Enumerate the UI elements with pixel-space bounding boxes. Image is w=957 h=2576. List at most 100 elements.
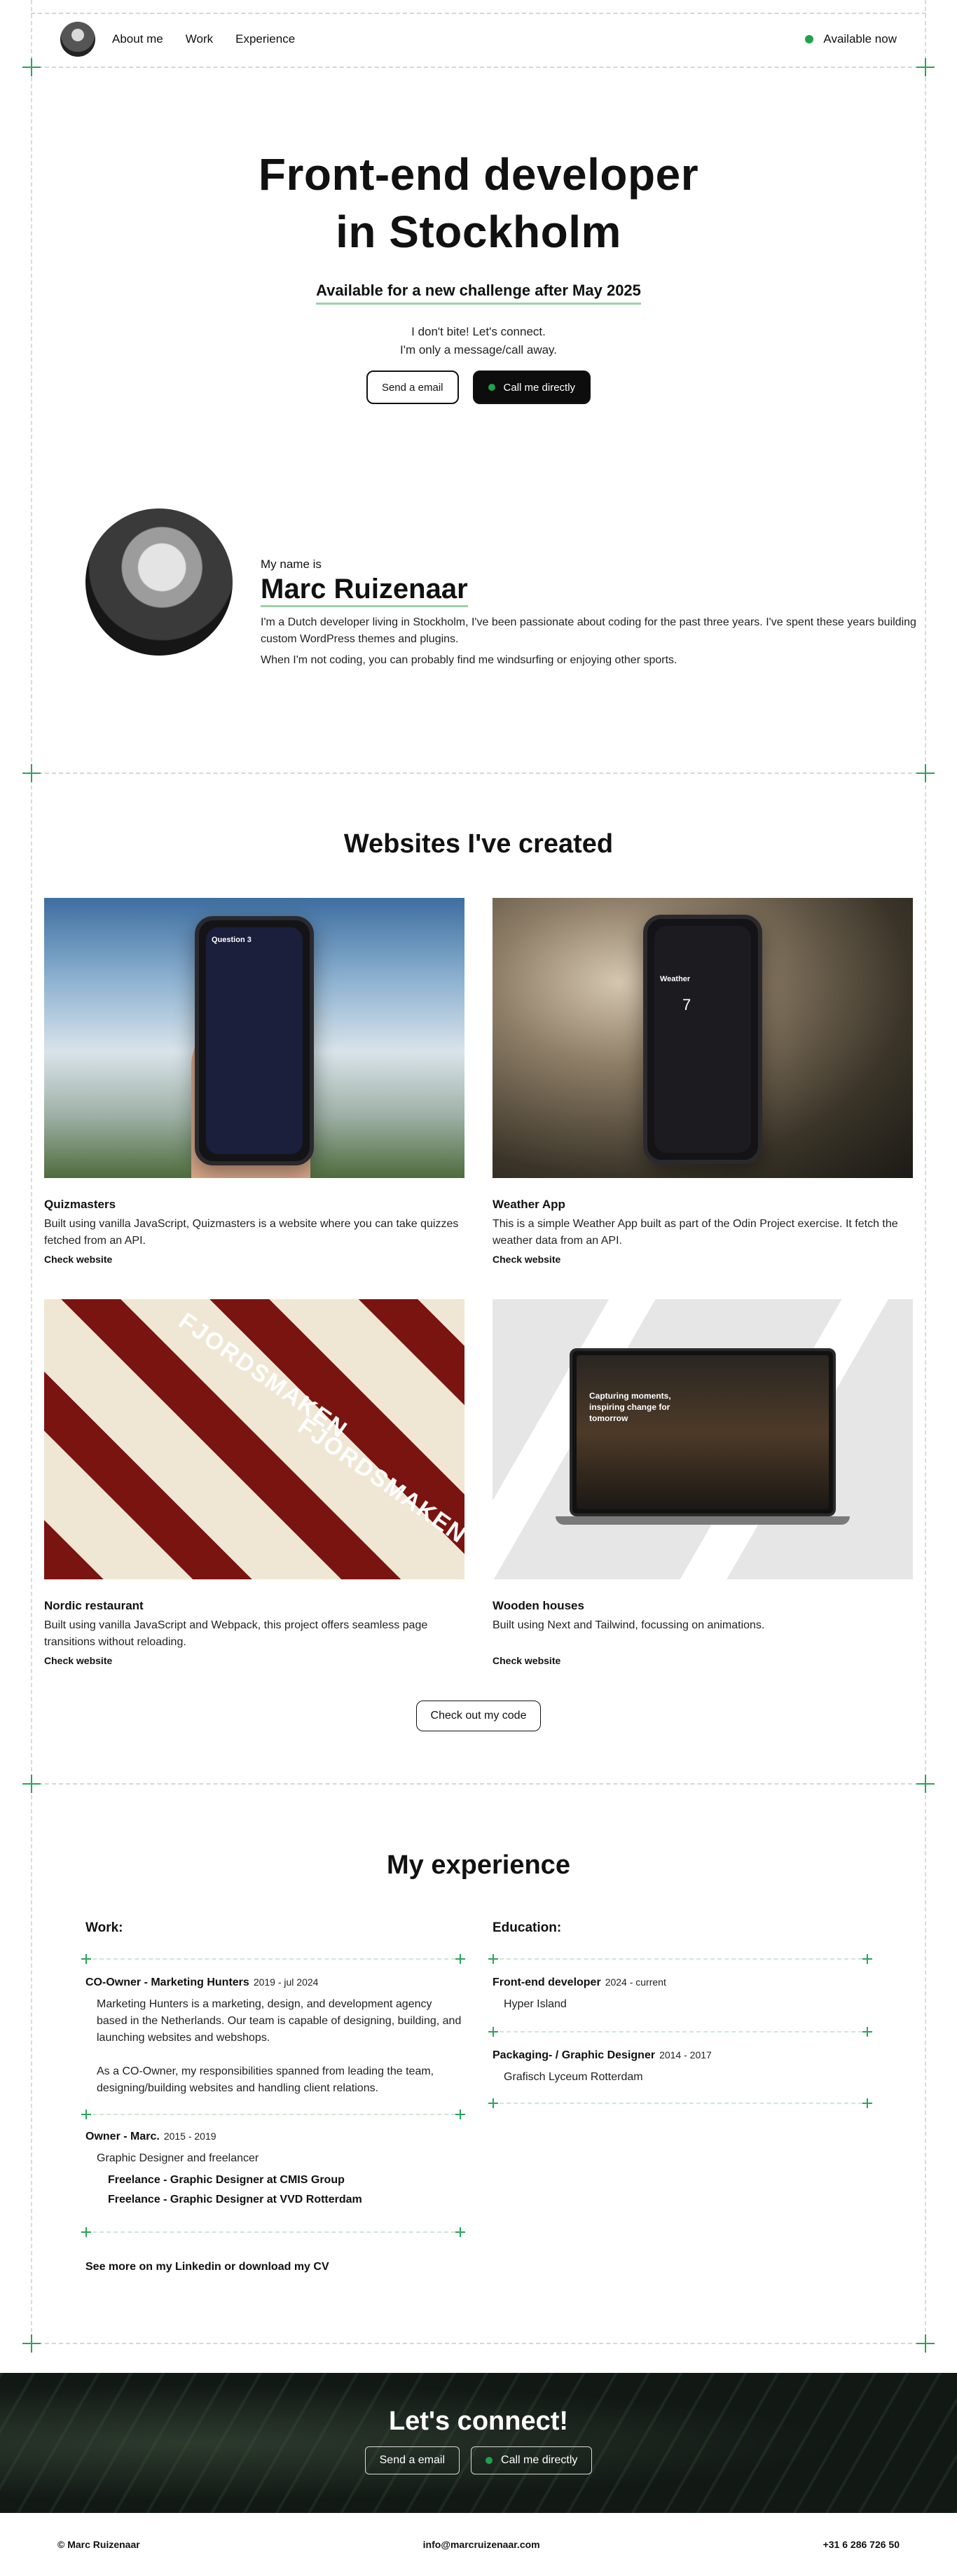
frame-line-header xyxy=(31,67,926,68)
job-role: Owner - Marc. xyxy=(85,2131,160,2142)
frame-mark xyxy=(22,1775,41,1793)
cv-link[interactable]: See more on my Linkedin or download my C… xyxy=(85,2261,329,2273)
status-label: Available now xyxy=(823,32,897,46)
hero-buttons: Send a email Call me directly xyxy=(0,371,957,404)
call-me-button[interactable]: Call me directly xyxy=(471,2446,593,2474)
divider-line xyxy=(500,1958,862,1960)
project-card-nordic: FJORDSMAKEN FJORDSMAKEN Nordic restauran… xyxy=(44,1299,464,1666)
divider-mark xyxy=(455,2110,465,2119)
hero: Front-end developer in Stockholm Availab… xyxy=(0,146,957,404)
work-heading: Work: xyxy=(85,1920,123,1935)
laptop-base xyxy=(556,1516,850,1525)
frame-mark xyxy=(916,1775,935,1793)
frame-mark xyxy=(916,764,935,782)
job-period: 2019 - jul 2024 xyxy=(253,1976,319,1988)
divider-mark xyxy=(455,1954,465,1964)
check-website-link[interactable]: Check website xyxy=(493,1254,913,1265)
project-description: Built using vanilla JavaScript and Webpa… xyxy=(44,1619,428,1648)
job-paragraph: Graphic Designer and freelancer xyxy=(97,2152,259,2164)
page: About me Work Experience Available now F… xyxy=(0,0,957,2576)
divider-mark xyxy=(488,2098,498,2108)
education-place: Grafisch Lyceum Rotterdam xyxy=(504,2071,643,2083)
job-description: Marketing Hunters is a marketing, design… xyxy=(97,1996,464,2097)
restaurant-label: FJORDSMAKEN xyxy=(174,1307,353,1444)
job-role: CO-Owner - Marketing Hunters xyxy=(85,1976,249,1988)
status-dot-icon xyxy=(488,384,495,391)
frame-mark xyxy=(22,2334,41,2353)
project-description: Built using vanilla JavaScript, Quizmast… xyxy=(44,1218,459,1247)
project-title: Nordic restaurant xyxy=(44,1599,144,1612)
hero-subtitle: Available for a new challenge after May … xyxy=(316,282,641,305)
project-description: Built using Next and Tailwind, focussing… xyxy=(493,1619,765,1631)
project-title: Quizmasters xyxy=(44,1198,116,1211)
projects-title: Websites I've created xyxy=(343,829,614,859)
phone-screen: Question 3 xyxy=(206,927,303,1154)
send-email-button[interactable]: Send a email xyxy=(366,371,459,404)
job-description: Graphic Designer and freelancer xyxy=(97,2150,464,2167)
education-period: 2024 - current xyxy=(605,1976,666,1988)
availability-status: Available now xyxy=(805,32,897,46)
call-me-button[interactable]: Call me directly xyxy=(472,371,591,404)
about-name: Marc Ruizenaar xyxy=(261,573,468,607)
hero-title: Front-end developer in Stockholm xyxy=(0,146,957,261)
project-card-weather: Weather 7 Weather App This is a simple W… xyxy=(493,898,913,1265)
education-title: Packaging- / Graphic Designer 2014 - 2017 xyxy=(493,2049,871,2062)
footer-phone[interactable]: +31 6 286 726 50 xyxy=(823,2539,900,2550)
project-image[interactable]: Weather 7 xyxy=(493,898,913,1178)
divider-mark xyxy=(81,1954,91,1964)
call-me-label: Call me directly xyxy=(501,2454,578,2466)
divider-mark xyxy=(81,2110,91,2119)
project-title: Weather App xyxy=(493,1198,565,1211)
check-website-link[interactable]: Check website xyxy=(44,1254,464,1265)
restaurant-label: FJORDSMAKEN xyxy=(293,1412,464,1549)
avatar[interactable] xyxy=(60,22,95,57)
education-heading: Education: xyxy=(493,1920,562,1935)
project-image[interactable]: Question 3 xyxy=(44,898,464,1178)
education-title: Front-end developer 2024 - current xyxy=(493,1976,871,1989)
frame-line-projects xyxy=(31,1783,926,1785)
footer-email[interactable]: info@marcruizenaar.com xyxy=(423,2539,540,2550)
work-item: Owner - Marc. 2015 - 2019 Graphic Designe… xyxy=(85,2131,464,2206)
education-item: Front-end developer 2024 - current Hyper … xyxy=(493,1976,871,2013)
call-me-label: Call me directly xyxy=(503,381,576,394)
education-role: Packaging- / Graphic Designer xyxy=(493,2049,656,2061)
check-website-link[interactable]: Check website xyxy=(44,1655,464,1666)
freelance-item: Freelance - Graphic Designer at CMIS Gro… xyxy=(108,2174,345,2186)
frame-line-about xyxy=(31,773,926,774)
about-paragraph: When I'm not coding, you can probably fi… xyxy=(261,654,677,666)
connect-title: Let's connect! xyxy=(388,2407,569,2436)
hero-title-line2: in Stockholm xyxy=(336,207,621,257)
project-image[interactable]: FJORDSMAKEN FJORDSMAKEN xyxy=(44,1299,464,1579)
laptop-screen: Capturing moments, inspiring change for … xyxy=(577,1355,829,1509)
experience-title: My experience xyxy=(387,1850,570,1880)
connect-buttons: Send a email Call me directly xyxy=(0,2446,957,2474)
job-paragraph: As a CO-Owner, my responsibilities spann… xyxy=(97,2065,434,2094)
status-dot-icon xyxy=(486,2457,493,2464)
project-image[interactable]: Capturing moments, inspiring change for … xyxy=(493,1299,913,1579)
nav-link-work[interactable]: Work xyxy=(186,32,213,46)
divider-mark xyxy=(862,2098,872,2108)
frame-line-top xyxy=(31,13,926,14)
footer: © Marc Ruizenaar info@marcruizenaar.com … xyxy=(0,2513,957,2576)
divider-mark xyxy=(455,2227,465,2237)
houses-headline: Capturing moments, inspiring change for … xyxy=(589,1391,671,1423)
frame-mark xyxy=(916,58,935,76)
portrait-photo xyxy=(85,508,233,656)
check-code-button[interactable]: Check out my code xyxy=(415,1701,542,1731)
divider-mark xyxy=(488,1954,498,1964)
check-website-link[interactable]: Check website xyxy=(493,1655,913,1666)
status-dot-icon xyxy=(805,35,814,43)
education-item: Packaging- / Graphic Designer 2014 - 2017… xyxy=(493,2049,871,2086)
footer-copyright: © Marc Ruizenaar xyxy=(57,2539,140,2550)
job-paragraph: Marketing Hunters is a marketing, design… xyxy=(97,1998,462,2044)
frame-mark xyxy=(916,2334,935,2353)
project-card-houses: Capturing moments, inspiring change for … xyxy=(493,1299,913,1666)
divider-line xyxy=(500,2031,862,2033)
hero-note-line1: I don't bite! Let's connect. xyxy=(411,325,546,338)
hero-note: I don't bite! Let's connect. I'm only a … xyxy=(0,323,957,359)
nav-link-about[interactable]: About me xyxy=(112,32,163,46)
education-place: Hyper Island xyxy=(504,1998,567,2010)
send-email-button[interactable]: Send a email xyxy=(364,2446,460,2474)
phone-screen: Weather 7 xyxy=(654,926,751,1153)
nav-link-experience[interactable]: Experience xyxy=(235,32,295,46)
